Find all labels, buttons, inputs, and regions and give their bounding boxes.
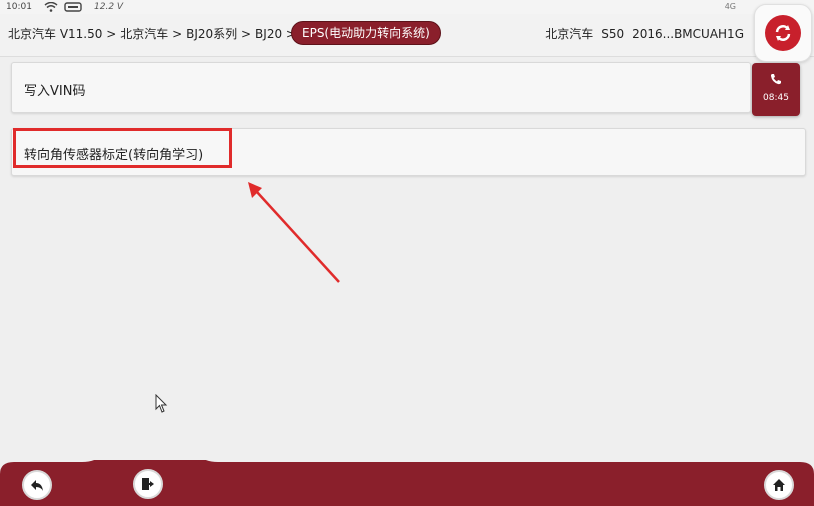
back-arrow-icon [31,480,43,491]
battery-voltage: 12.2 V [94,2,124,12]
vehicle-model: S50 [601,27,625,41]
bottom-nav-bar [0,460,814,506]
status-bar: 10:01 12.2 V 4G [0,0,814,14]
menu-item-label: 写入VIN码 [24,84,86,99]
home-button[interactable] [764,470,794,500]
status-time: 10:01 [6,2,32,12]
breadcrumb-active-system[interactable]: EPS(电动助力转向系统) [291,21,441,45]
call-widget[interactable]: 08:45 [752,63,800,116]
car-icon [64,2,82,12]
highlight-box [13,128,232,168]
network-indicator: 4G [724,2,736,11]
breadcrumb-header: 北京汽车 V11.50 > 北京汽车 > BJ20系列 > BJ20 > EPS(电动… [0,14,814,57]
exit-button[interactable] [133,469,163,499]
sync-icon [765,15,801,51]
breadcrumb-item[interactable]: 北京汽车 > [120,27,182,41]
vehicle-info: 北京汽车 S50 2016...BMCUAH1G [537,25,744,42]
wifi-icon [44,2,58,12]
home-icon [773,479,785,491]
breadcrumb: 北京汽车 V11.50 > 北京汽车 > BJ20系列 > BJ20 > [8,25,300,42]
vehicle-vin: 2016...BMCUAH1G [632,27,744,41]
breadcrumb-item[interactable]: BJ20系列 > [186,27,251,41]
back-button[interactable] [22,470,52,500]
menu-item-write-vin[interactable]: 写入VIN码 [11,62,751,113]
breadcrumb-item[interactable]: BJ20 > [255,27,296,41]
phone-icon [770,74,781,85]
mouse-cursor-icon [155,394,168,413]
floating-app-button[interactable] [754,4,812,62]
call-time: 08:45 [763,93,789,103]
vehicle-brand: 北京汽车 [545,27,594,41]
exit-door-icon [142,478,154,490]
breadcrumb-item[interactable]: 北京汽车 V11.50 > [8,27,116,41]
